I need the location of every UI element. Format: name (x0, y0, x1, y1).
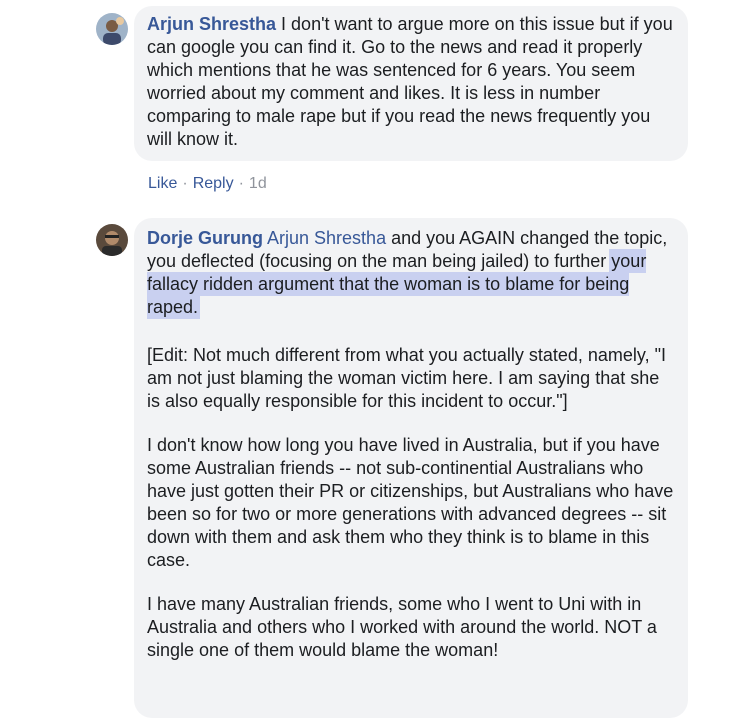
comment-author[interactable]: Dorje Gurung (147, 228, 263, 248)
comment-paragraph: I have many Australian friends, some who… (147, 594, 657, 660)
comment-bubble-arjun: Arjun Shrestha I don't want to argue mor… (134, 6, 688, 161)
separator: · (238, 175, 244, 192)
avatar-arjun-image (96, 13, 128, 45)
comment-actions: Like · Reply · 1d (148, 175, 267, 193)
comment-author[interactable]: Arjun Shrestha (147, 14, 276, 34)
comment-text: I don't want to argue more on this issue… (147, 14, 673, 149)
separator: · (182, 175, 188, 192)
comment-bubble-dorje: Dorje Gurung Arjun Shrestha and you AGAI… (134, 218, 688, 718)
like-link[interactable]: Like (148, 175, 177, 192)
avatar-arjun[interactable] (96, 13, 128, 45)
mention-link[interactable]: Arjun Shrestha (267, 228, 386, 248)
comment-paragraph: [Edit: Not much different from what you … (147, 345, 666, 411)
comment-paragraph: I don't know how long you have lived in … (147, 435, 674, 570)
comment-first-paragraph: Dorje Gurung Arjun Shrestha and you AGAI… (147, 227, 674, 319)
avatar-dorje[interactable] (96, 224, 128, 256)
avatar-dorje-image (96, 224, 128, 256)
comment-timestamp[interactable]: 1d (249, 175, 267, 192)
reply-link[interactable]: Reply (193, 175, 234, 192)
